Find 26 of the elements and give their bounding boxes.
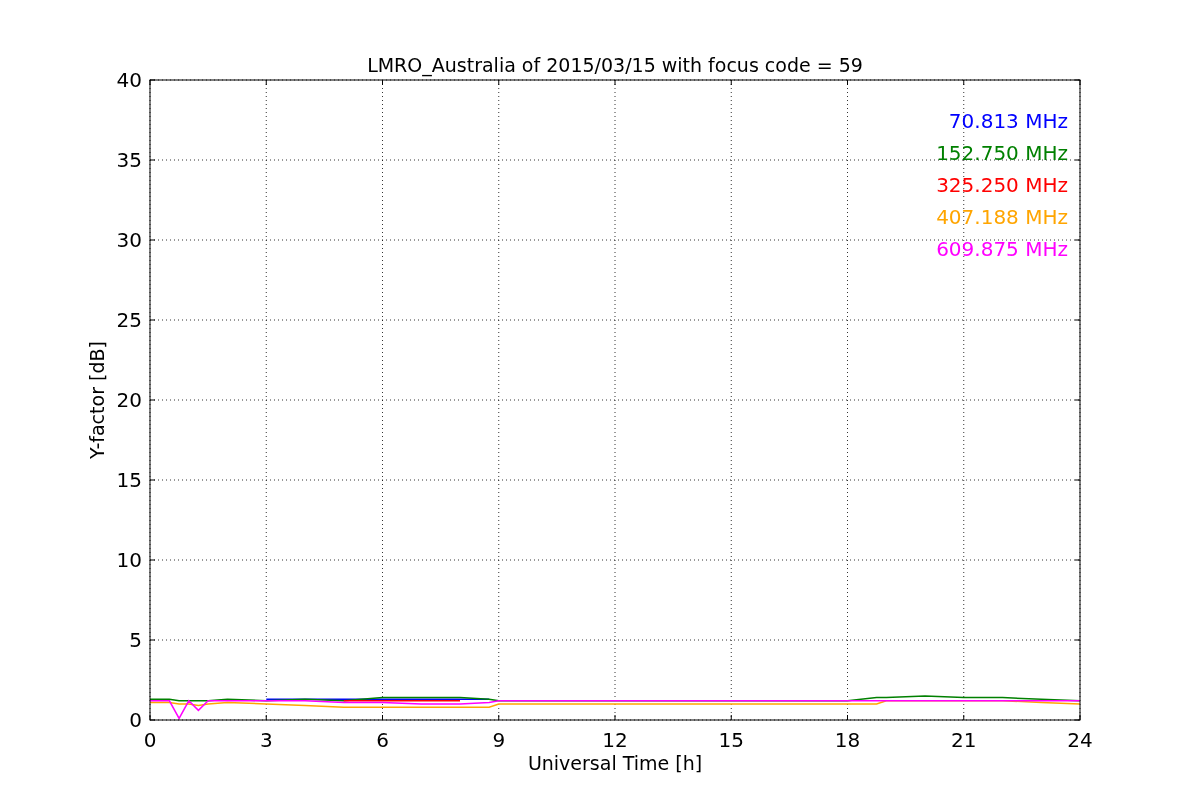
tick-label: 5 [129,628,142,652]
legend-entry: 609.875 MHz [936,237,1068,261]
tick-label: 30 [116,228,142,252]
tick-label: 15 [116,468,142,492]
tick-label: 0 [129,708,142,732]
axis-label: Y-factor [dB] [86,341,108,459]
legend-entry: 325.250 MHz [936,173,1068,197]
tick-label: 3 [259,728,273,752]
tick-label: 18 [834,728,861,752]
axis-label: Universal Time [h] [527,752,703,774]
legend-entry: 152.750 MHz [936,141,1068,165]
tick-label: 6 [376,728,389,752]
tick-label: 12 [602,728,628,752]
legend-entry: 407.188 MHz [936,205,1068,229]
tick-label: 0 [143,728,157,752]
chart-title: LMRO_Australia of 2015/03/15 with focus code = 59 [367,54,863,76]
tick-label: 35 [116,148,142,172]
tick-label: 25 [116,308,142,332]
tick-label: 24 [1067,728,1093,752]
tick-label: 9 [492,728,506,752]
legend-entry: 70.813 MHz [948,109,1068,133]
tick-label: 15 [718,728,744,752]
tick-label: 21 [951,728,977,752]
tick-label: 40 [116,68,142,92]
tick-label: 10 [116,548,142,572]
tick-label: 20 [116,388,142,412]
